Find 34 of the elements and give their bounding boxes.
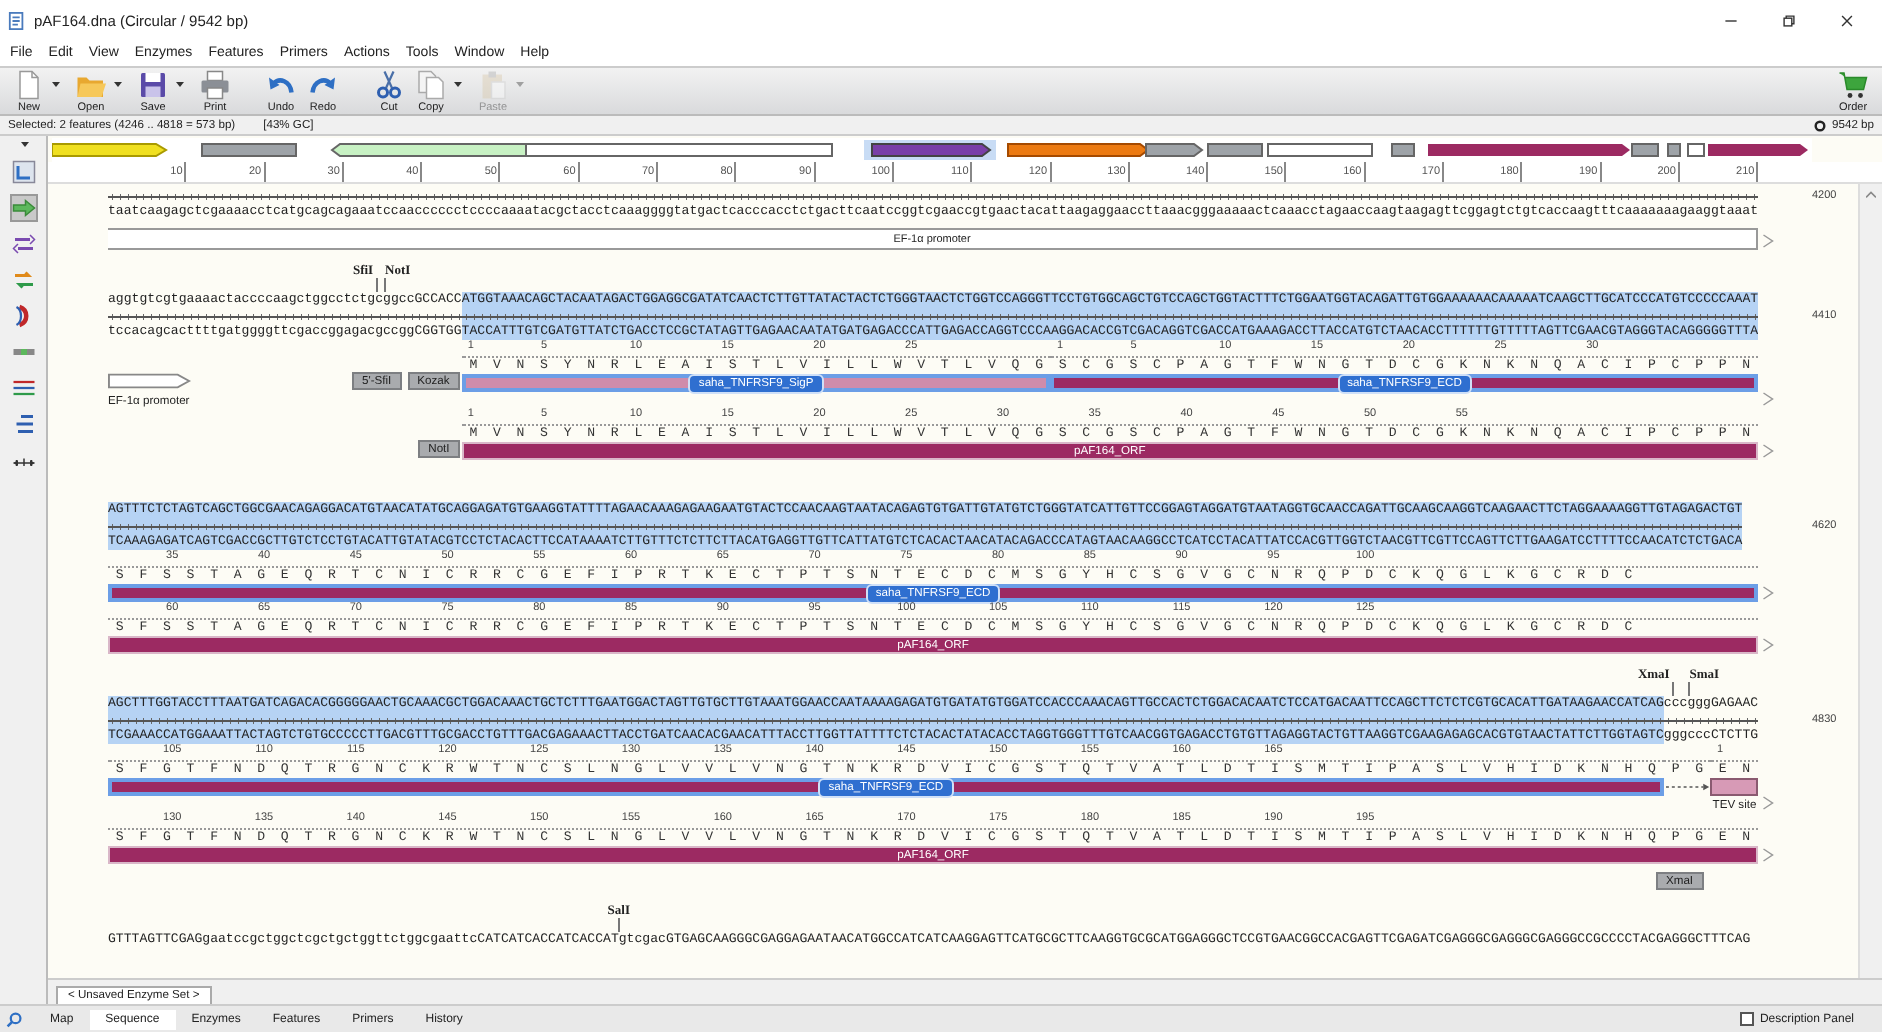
colored-lines-icon[interactable]	[12, 376, 36, 400]
dropdown-arrow-icon[interactable]	[52, 79, 60, 87]
view-options-icon[interactable]	[12, 160, 36, 184]
dotted-arrow	[1663, 782, 1711, 792]
checkbox[interactable]	[1739, 1012, 1754, 1026]
circular-plasmid-icon	[1814, 119, 1827, 131]
dropdown-arrow-icon[interactable]	[454, 79, 462, 87]
cart-icon	[1838, 69, 1868, 99]
stacked-lines-icon[interactable]	[12, 412, 36, 436]
chevron-icon	[1762, 390, 1775, 408]
search-icon[interactable]	[6, 1011, 22, 1027]
clipboard-icon	[478, 69, 508, 99]
close-icon[interactable]	[1840, 13, 1854, 27]
chevron-icon	[1762, 636, 1775, 654]
chevron-icon	[1762, 584, 1775, 602]
chevron-icon	[1762, 846, 1775, 864]
chevron-icon	[1762, 442, 1775, 460]
chevron-icon	[1762, 232, 1775, 250]
chevron-icon	[1762, 794, 1775, 812]
printer-icon	[200, 69, 230, 99]
dropdown-arrow-icon[interactable]	[19, 140, 29, 148]
feature-bar[interactable]	[1710, 778, 1759, 796]
scissors-icon	[374, 69, 404, 99]
double-arrow-icon[interactable]	[12, 232, 36, 256]
new-file-icon	[14, 69, 44, 99]
dropdown-arrow-icon[interactable]	[114, 79, 122, 87]
feature-map-drawing[interactable]	[52, 138, 1812, 162]
dropdown-arrow-icon[interactable]	[176, 79, 184, 87]
arrow-right-icon[interactable]	[12, 196, 36, 220]
copy-icon	[416, 69, 446, 99]
restore-icon[interactable]	[1782, 13, 1796, 27]
scroll-up-icon[interactable]	[1866, 190, 1876, 198]
document-icon	[8, 11, 26, 29]
promoter-arrow[interactable]	[108, 372, 192, 390]
